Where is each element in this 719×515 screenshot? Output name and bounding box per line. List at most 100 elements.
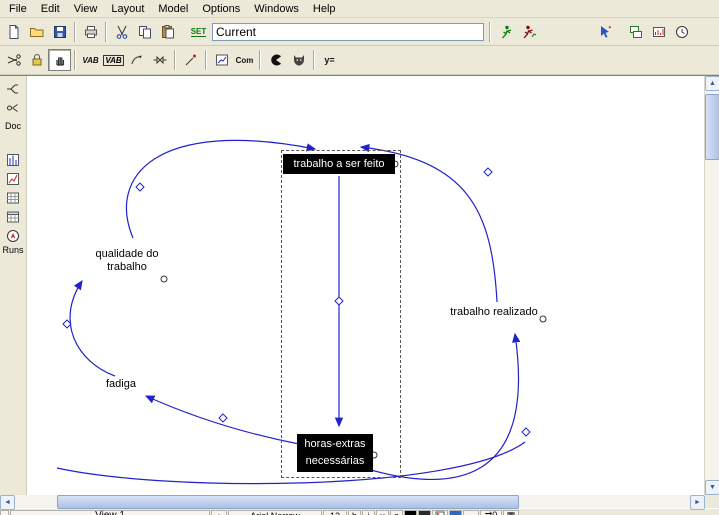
uses-tree-tool[interactable] — [2, 98, 24, 117]
node-label-line: qualidade do — [85, 248, 169, 261]
sketch-cut-tool[interactable] — [2, 49, 25, 71]
arrow-tool[interactable] — [125, 49, 148, 71]
graph-tool[interactable] — [2, 169, 24, 188]
synthesim-button[interactable] — [517, 21, 540, 43]
lock-tool[interactable] — [25, 49, 48, 71]
causes-tree-tool[interactable] — [2, 79, 24, 98]
underline-button[interactable]: u — [376, 510, 389, 515]
vertical-scroll-thumb[interactable] — [705, 94, 719, 160]
delete-tool[interactable] — [287, 49, 310, 71]
position-button[interactable] — [432, 510, 448, 515]
link-handle[interactable] — [136, 183, 144, 191]
font-size-box[interactable]: 12 — [323, 510, 347, 515]
scroll-up-button[interactable]: ▲ — [705, 76, 719, 91]
link-handle[interactable] — [522, 428, 530, 436]
menu-view[interactable]: View — [67, 2, 105, 16]
font-name-box[interactable]: Arial Narrow — [228, 510, 322, 515]
arrow-style-button[interactable]: → — [463, 510, 479, 515]
link-handle[interactable] — [484, 168, 492, 176]
scrollbar-corner — [705, 495, 719, 508]
menu-options[interactable]: Options — [195, 2, 247, 16]
tile-windows-button[interactable] — [624, 21, 647, 43]
equation-tool[interactable]: y= — [318, 49, 341, 71]
io-object-tool[interactable] — [210, 49, 233, 71]
view-dropdown-button[interactable]: ↓ — [211, 510, 227, 515]
menu-edit[interactable]: Edit — [34, 2, 67, 16]
label-handle[interactable] — [161, 276, 167, 282]
sketch-canvas[interactable]: trabalho a ser feito horas-extras necess… — [27, 76, 704, 495]
node-trabalho-realizado[interactable]: trabalho realizado — [444, 306, 544, 319]
open-button[interactable] — [25, 21, 48, 43]
comment-tool[interactable]: Com — [233, 49, 256, 71]
pointer-run-button[interactable] — [593, 21, 616, 43]
table-tool[interactable] — [2, 188, 24, 207]
horizontal-scroll-thumb[interactable] — [57, 495, 519, 509]
save-button[interactable] — [48, 21, 71, 43]
menu-help[interactable]: Help — [306, 2, 343, 16]
selection-marquee — [281, 150, 401, 478]
scroll-right-button[interactable]: ► — [690, 495, 705, 510]
cut-button[interactable] — [110, 21, 133, 43]
rate-tool[interactable] — [148, 49, 171, 71]
vertical-scroll-track[interactable] — [705, 91, 719, 480]
output-window-button[interactable] — [647, 21, 670, 43]
hide-level-button[interactable]: ▦ — [503, 510, 519, 515]
runs-compass-tool[interactable] — [2, 226, 24, 245]
menu-windows[interactable]: Windows — [247, 2, 306, 16]
compass-icon — [5, 228, 21, 244]
node-qualidade-do-trabalho[interactable]: qualidade do trabalho — [85, 248, 169, 274]
document-tool[interactable]: Doc — [2, 117, 24, 136]
current-dataset-input[interactable] — [212, 23, 484, 41]
clock-icon — [674, 24, 690, 40]
variable-icon: VAB — [82, 56, 98, 65]
shape-color-swatch[interactable] — [418, 510, 431, 515]
arrow-width-button[interactable]: ⇄0 — [480, 510, 502, 515]
node-label-line: horas-extras — [297, 436, 373, 453]
dataset-set-button[interactable]: SET — [187, 21, 210, 43]
toolbar-separator — [105, 22, 107, 42]
new-button[interactable] — [2, 21, 25, 43]
menu-layout[interactable]: Layout — [104, 2, 151, 16]
node-fadiga[interactable]: fadiga — [99, 378, 143, 391]
scroll-down-button[interactable]: ▼ — [705, 480, 719, 495]
status-grip[interactable] — [0, 510, 9, 515]
horizontal-scrollbar[interactable]: ◄ ► — [0, 495, 719, 508]
doc-label: Doc — [5, 121, 21, 132]
move-size-tool[interactable] — [48, 49, 71, 71]
bold-button[interactable]: b — [348, 510, 361, 515]
link-handle[interactable] — [219, 414, 227, 422]
menu-model[interactable]: Model — [151, 2, 195, 16]
scroll-left-button[interactable]: ◄ — [0, 495, 15, 510]
italic-button[interactable]: i — [362, 510, 375, 515]
scissors-icon — [114, 24, 130, 40]
curved-arrow-icon — [129, 52, 145, 68]
highlight-color-swatch[interactable] — [449, 510, 462, 515]
variable-tool[interactable]: VAB — [79, 49, 102, 71]
set-icon: SET — [191, 27, 207, 37]
box-variable-tool[interactable]: VAB — [102, 49, 125, 71]
text-color-swatch[interactable] — [404, 510, 417, 515]
menu-bar: File Edit View Layout Model Options Wind… — [0, 0, 719, 18]
node-horas-extras[interactable]: horas-extras necessárias — [297, 434, 373, 472]
strip-graph-tool[interactable] — [2, 150, 24, 169]
horizontal-scroll-track[interactable] — [15, 495, 690, 508]
sketch-toolbar: VAB VAB Com y= — [0, 46, 719, 75]
clock-button[interactable] — [670, 21, 693, 43]
printer-icon — [83, 24, 99, 40]
menu-file[interactable]: File — [2, 2, 34, 16]
paste-button[interactable] — [156, 21, 179, 43]
dataset-tool[interactable] — [2, 207, 24, 226]
link-fadiga-to-qualidade[interactable] — [70, 281, 115, 376]
print-button[interactable] — [79, 21, 102, 43]
vensim-window: File Edit View Layout Model Options Wind… — [0, 0, 719, 515]
node-trabalho-a-ser-feito[interactable]: trabalho a ser feito — [283, 154, 395, 174]
comment-icon: Com — [236, 56, 254, 65]
strip-graph-icon — [5, 152, 21, 168]
vertical-scrollbar[interactable]: ▲ ▼ — [704, 76, 719, 495]
simulate-button[interactable] — [494, 21, 517, 43]
copy-button[interactable] — [133, 21, 156, 43]
shadow-variable-tool[interactable] — [179, 49, 202, 71]
strike-button[interactable]: s — [390, 510, 403, 515]
merge-tool[interactable] — [264, 49, 287, 71]
view-name-box[interactable]: View 1 — [10, 510, 210, 515]
